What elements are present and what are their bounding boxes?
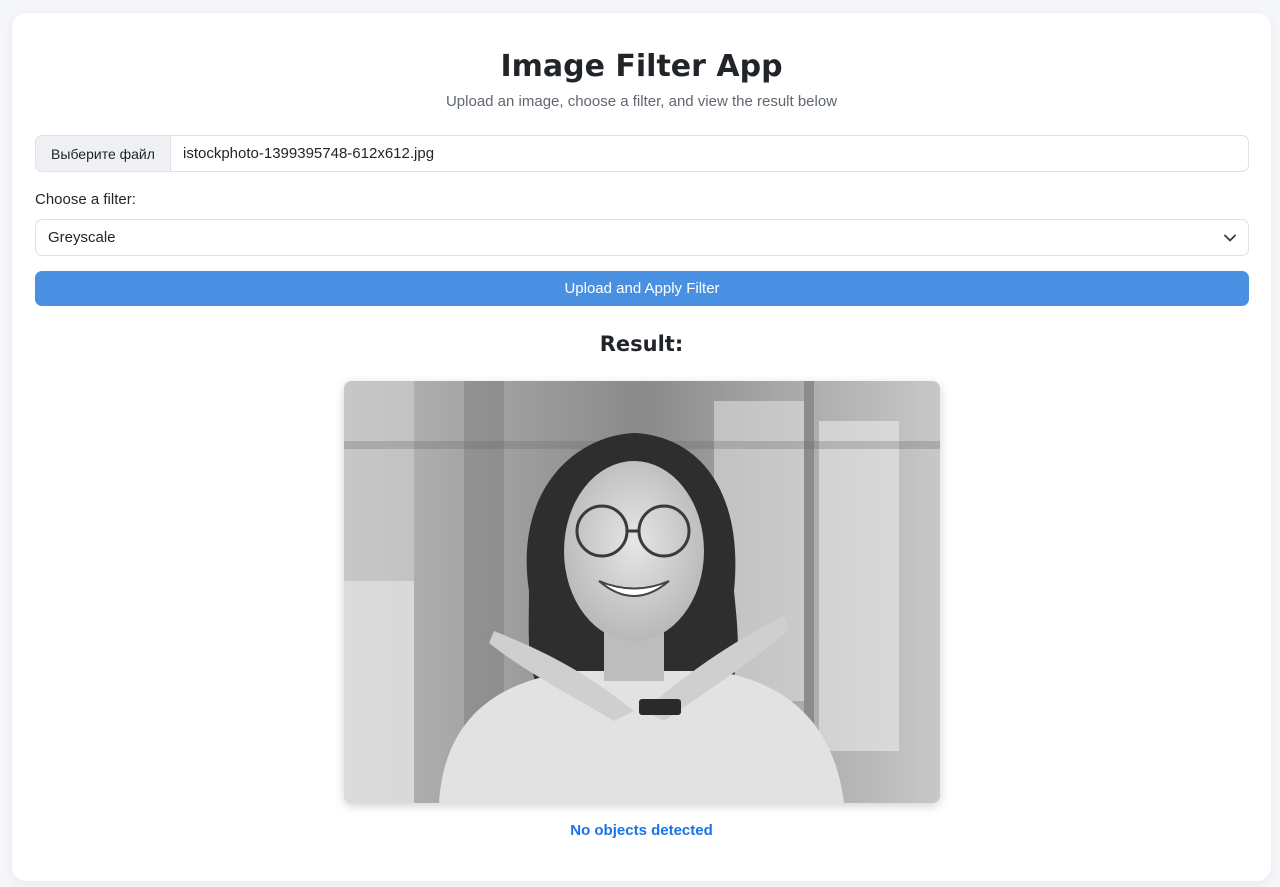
page-title: Image Filter App <box>500 49 783 84</box>
filter-select-value: Greyscale <box>48 229 116 246</box>
page-subtitle: Upload an image, choose a filter, and vi… <box>445 93 838 110</box>
upload-apply-filter-button[interactable]: Upload and Apply Filter <box>35 271 1249 306</box>
result-heading: Result: <box>599 332 684 356</box>
filter-label: Choose a filter: <box>35 191 136 208</box>
file-input[interactable]: Выберите файл istockphoto-1399395748-612… <box>35 135 1249 172</box>
selected-file-name: istockphoto-1399395748-612x612.jpg <box>183 145 435 162</box>
detection-status: No objects detected <box>570 822 713 839</box>
result-image <box>344 381 940 803</box>
chevron-down-icon <box>1224 232 1236 244</box>
filter-select[interactable]: Greyscale <box>35 219 1249 256</box>
choose-file-button[interactable]: Выберите файл <box>36 136 171 171</box>
main-card: Image Filter App Upload an image, choose… <box>12 13 1271 881</box>
